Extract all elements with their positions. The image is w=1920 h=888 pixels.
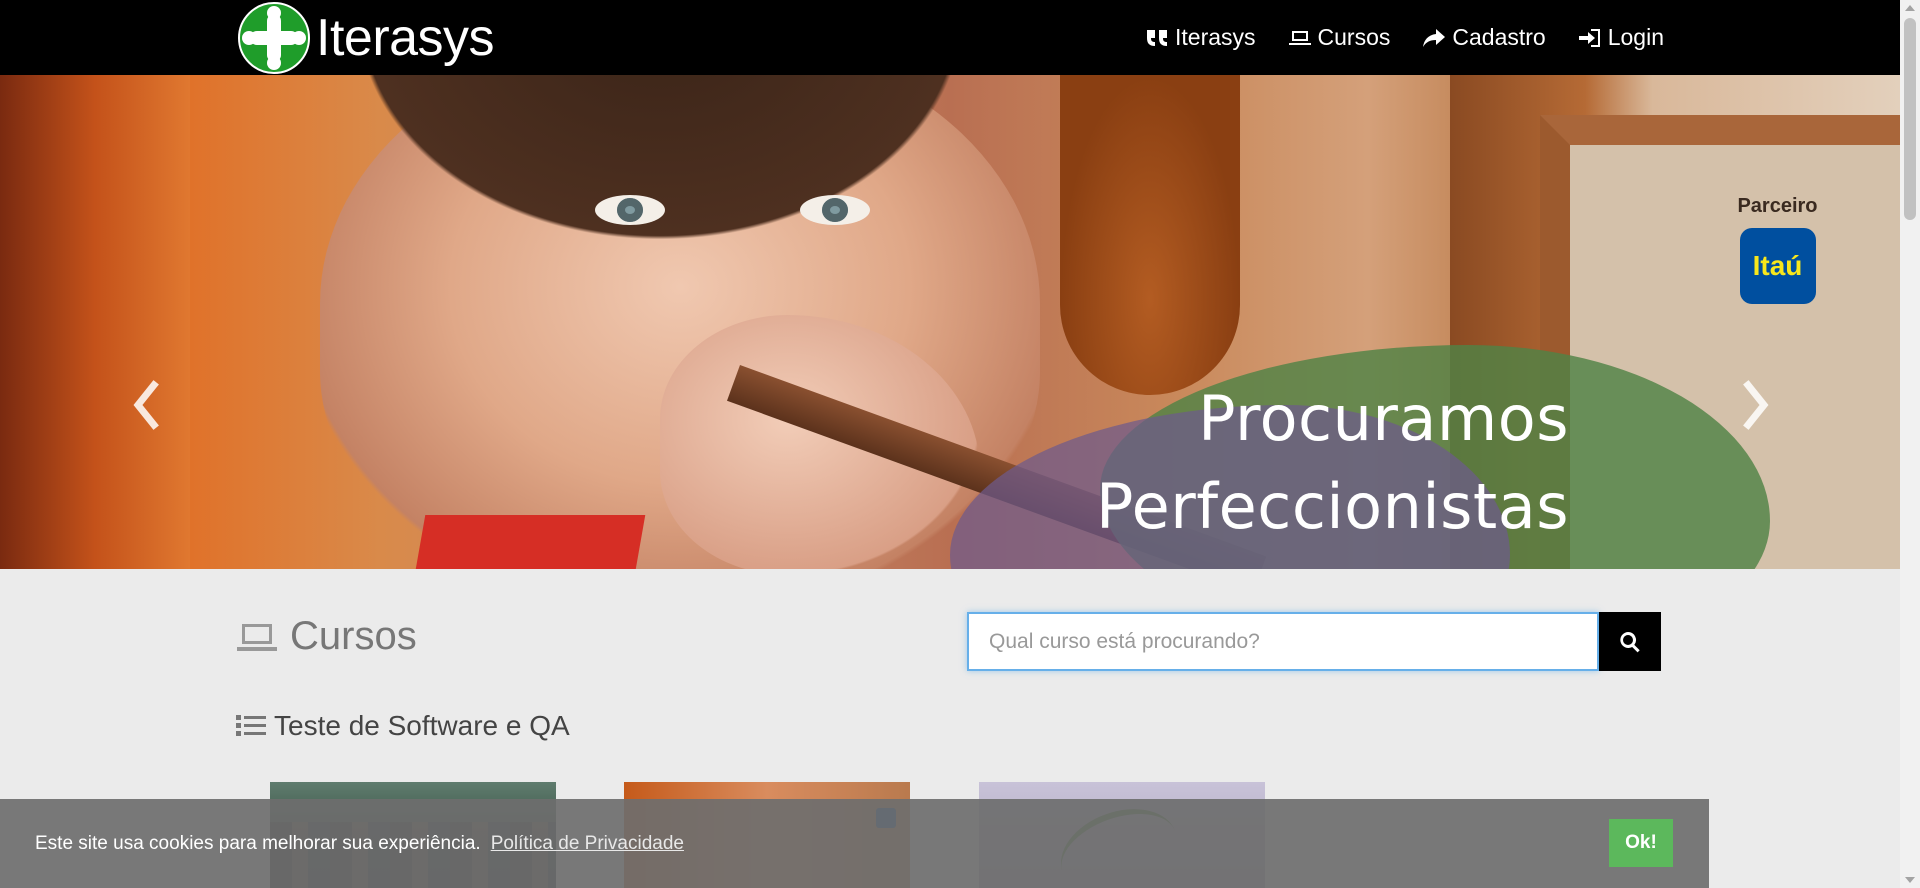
nav-item-label: Cursos <box>1317 24 1391 50</box>
scroll-down-icon[interactable] <box>1905 877 1915 883</box>
courses-title: Cursos <box>290 614 417 658</box>
courses-heading: Cursos <box>236 614 417 659</box>
laptop-icon <box>1288 30 1311 45</box>
course-search <box>967 612 1661 671</box>
hero-background <box>0 75 190 569</box>
carousel-next-button[interactable] <box>1736 375 1776 435</box>
search-button[interactable] <box>1599 612 1661 671</box>
chevron-right-icon <box>1743 380 1769 430</box>
course-search-input[interactable] <box>967 612 1599 671</box>
scroll-up-icon[interactable] <box>1905 5 1915 11</box>
brand-name: Iterasys <box>316 9 495 67</box>
top-navbar: Iterasys Iterasys Cursos Cadastro Login <box>0 0 1900 75</box>
sign-in-icon <box>1578 28 1600 47</box>
nav-menu: Iterasys Cursos Cadastro Login <box>1145 0 1664 75</box>
cookie-message: Este site usa cookies para melhorar sua … <box>35 832 481 854</box>
quote-icon <box>1147 29 1167 46</box>
nav-item-login[interactable]: Login <box>1578 24 1664 51</box>
itau-logo: Itaú <box>1739 228 1816 304</box>
laptop-icon <box>237 623 277 651</box>
cookie-ok-button[interactable]: Ok! <box>1609 819 1673 867</box>
nav-item-iterasys[interactable]: Iterasys <box>1145 24 1256 51</box>
iterasys-logo-icon <box>238 2 310 74</box>
nav-item-label: Cadastro <box>1452 24 1546 50</box>
page-scrollbar[interactable] <box>1900 0 1920 888</box>
scrollbar-thumb[interactable] <box>1904 18 1916 220</box>
cookie-consent-bar: Este site usa cookies para melhorar sua … <box>0 799 1709 888</box>
nav-item-cursos[interactable]: Cursos <box>1288 24 1391 51</box>
hero-headline: Procuramos Perfeccionistas <box>1095 382 1569 543</box>
category-title: Teste de Software e QA <box>274 710 570 741</box>
carousel-prev-button[interactable] <box>126 375 166 435</box>
list-icon <box>236 715 266 736</box>
share-icon <box>1423 28 1446 47</box>
partner-label: Parceiro <box>1737 195 1818 217</box>
nav-item-label: Iterasys <box>1175 24 1256 50</box>
category-heading: Teste de Software e QA <box>236 710 570 742</box>
hero-carousel: Procuramos Perfeccionistas Parceiro Itaú <box>0 75 1900 569</box>
chevron-left-icon <box>133 380 159 430</box>
partner-badge: Parceiro Itaú <box>1720 195 1835 304</box>
guitar-image <box>1060 75 1240 395</box>
search-icon <box>1620 631 1640 652</box>
privacy-policy-link[interactable]: Política de Privacidade <box>491 833 684 855</box>
nav-item-cadastro[interactable]: Cadastro <box>1422 24 1546 51</box>
nav-item-label: Login <box>1607 24 1664 50</box>
brand-logo-link[interactable]: Iterasys <box>238 2 495 74</box>
